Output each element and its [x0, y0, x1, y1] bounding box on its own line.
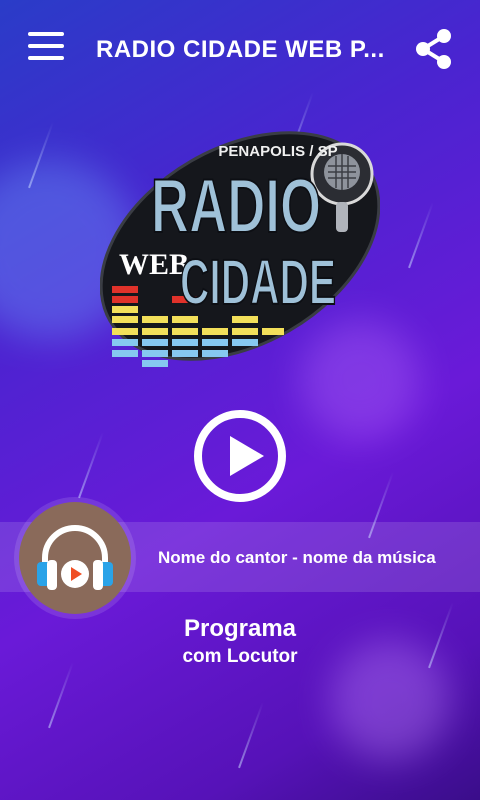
app-bar: RADIO CIDADE WEB P... [0, 0, 480, 100]
app-title: RADIO CIDADE WEB P... [96, 36, 385, 63]
program-title: Programa [183, 615, 297, 642]
headphones-icon [19, 502, 131, 614]
logo-location-text: PENAPOLIS / SP [218, 143, 337, 160]
program-subtitle: com Locutor [182, 646, 298, 667]
station-logo: PENAPOLIS / SP RADIO WEB CIDADE [99, 106, 381, 386]
logo-web-text: WEB [119, 248, 189, 281]
play-icon[interactable] [192, 408, 288, 504]
hamburger-menu-icon[interactable] [28, 32, 64, 64]
share-icon[interactable] [414, 28, 454, 70]
now-playing-text: Nome do cantor - nome da música [158, 548, 436, 567]
logo-radio-text: RADIO [151, 164, 321, 249]
logo-cidade-text: CIDADE [180, 246, 336, 318]
program-info: Programa com Locutor [0, 614, 480, 670]
